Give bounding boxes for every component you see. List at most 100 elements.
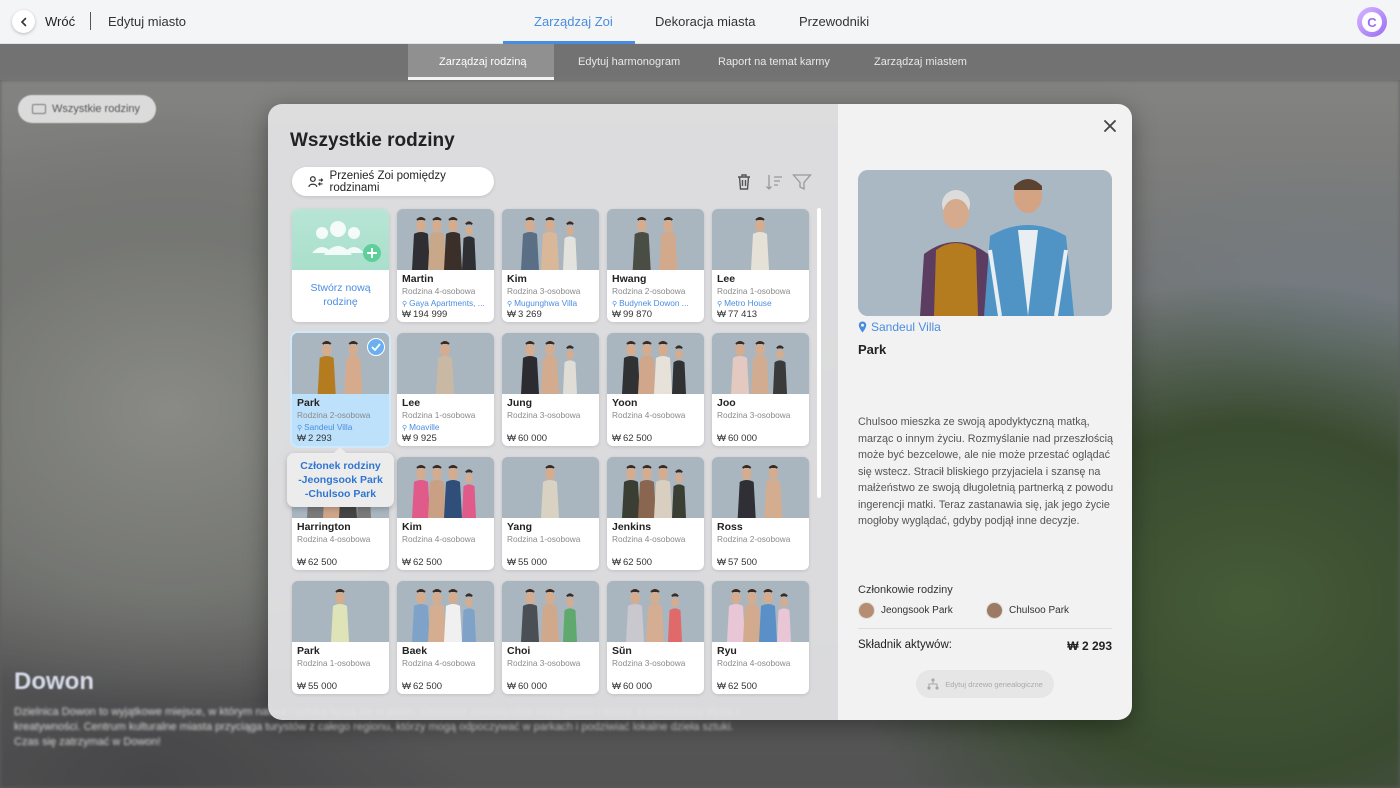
tab-guides[interactable]: Przewodniki xyxy=(799,14,869,29)
family-location-text: Sandeul Villa xyxy=(304,422,353,432)
family-card[interactable]: Park Rodzina 1-osobowa ₩55 000 xyxy=(292,581,389,694)
family-value-text: 55 000 xyxy=(517,557,548,568)
family-description: Chulsoo mieszka ze swoją apodyktyczną ma… xyxy=(858,416,1114,527)
family-location-text: Moaville xyxy=(409,422,440,432)
family-size: Rodzina 3-osobowa xyxy=(612,658,686,668)
family-photo xyxy=(397,581,494,642)
member-item[interactable]: Chulsoo Park xyxy=(986,602,1069,619)
currency-icon: ₩ xyxy=(612,309,621,320)
sub-tab-active-indicator xyxy=(408,77,554,80)
currency-icon: ₩ xyxy=(297,557,306,568)
family-card[interactable]: Park Rodzina 2-osobowa ⚲ Sandeul Villa ₩2 2… xyxy=(292,333,389,446)
subtab-edit-schedule[interactable]: Edytuj harmonogram xyxy=(578,56,680,68)
family-card[interactable]: Kim Rodzina 4-osobowa ₩62 500 xyxy=(397,457,494,570)
family-card[interactable]: Jung Rodzina 3-osobowa ₩60 000 xyxy=(502,333,599,446)
family-location-text: Gaya Apartments, ... xyxy=(409,298,485,308)
family-size: Rodzina 2-osobowa xyxy=(297,410,371,420)
user-avatar[interactable]: C xyxy=(1357,7,1387,37)
family-name: Yang xyxy=(507,521,533,533)
family-location-text: Budynek Dowon ... xyxy=(619,298,689,308)
family-name: Park xyxy=(858,342,887,357)
delete-button[interactable] xyxy=(734,172,754,192)
member-avatar xyxy=(986,602,1003,619)
family-location-text: Metro House xyxy=(724,298,772,308)
filter-icon xyxy=(792,174,812,191)
members-tooltip: Członek rodziny -Jeongsook Park -Chulsoo… xyxy=(287,447,394,507)
family-name: Jung xyxy=(507,397,533,409)
edit-city-title: Edytuj miasto xyxy=(108,14,187,29)
filter-button[interactable] xyxy=(792,172,812,192)
family-value-text: 77 413 xyxy=(727,309,758,320)
family-name: Kim xyxy=(402,521,422,533)
divider xyxy=(90,12,91,30)
transfer-zoi-label: Przenieś Zoi pomiędzy rodzinami xyxy=(329,169,446,194)
member-item[interactable]: Jeongsook Park xyxy=(858,602,953,619)
tab-city-decoration[interactable]: Dekoracja miasta xyxy=(655,14,755,29)
family-card[interactable]: Lee Rodzina 1-osobowa ⚲ Metro House ₩77 413 xyxy=(712,209,809,322)
transfer-zoi-button[interactable]: Przenieś Zoi pomiędzy rodzinami xyxy=(292,167,494,196)
family-card[interactable]: Sŭn Rodzina 3-osobowa ₩60 000 xyxy=(607,581,704,694)
sort-button[interactable] xyxy=(764,172,784,192)
background-city-name: Dowon xyxy=(14,668,94,695)
family-size: Rodzina 3-osobowa xyxy=(507,410,581,420)
currency-icon: ₩ xyxy=(297,681,306,692)
family-card[interactable]: Yang Rodzina 1-osobowa ₩55 000 xyxy=(502,457,599,570)
family-value-text: 60 000 xyxy=(517,681,548,692)
family-card[interactable]: Baek Rodzina 4-osobowa ₩62 500 xyxy=(397,581,494,694)
chevron-left-icon xyxy=(20,17,26,26)
currency-icon: ₩ xyxy=(717,557,726,568)
family-card[interactable]: Lee Rodzina 1-osobowa ⚲ Moaville ₩9 925 xyxy=(397,333,494,446)
family-photo xyxy=(397,457,494,518)
family-size: Rodzina 1-osobowa xyxy=(507,534,581,544)
family-size: Rodzina 2-osobowa xyxy=(717,534,791,544)
back-label[interactable]: Wróć xyxy=(45,14,75,29)
background-families-chip: Wszystkie rodziny xyxy=(18,95,156,123)
currency-icon: ₩ xyxy=(717,681,726,692)
family-card[interactable]: Yoon Rodzina 4-osobowa ₩62 500 xyxy=(607,333,704,446)
family-card[interactable]: Choi Rodzina 3-osobowa ₩60 000 xyxy=(502,581,599,694)
family-location[interactable]: Sandeul Villa xyxy=(858,320,941,334)
family-size: Rodzina 1-osobowa xyxy=(717,286,791,296)
create-family-label: Stwórz nową rodzinę xyxy=(310,282,371,308)
currency-icon: ₩ xyxy=(507,557,516,568)
family-card[interactable]: Martin Rodzina 4-osobowa ⚲ Gaya Apartments… xyxy=(397,209,494,322)
edit-family-tree-button[interactable]: Edytuj drzewo genealogiczne xyxy=(916,670,1054,698)
family-value: ₩194 999 xyxy=(402,309,447,320)
subtab-manage-city[interactable]: Zarządzaj miastem xyxy=(874,56,967,68)
family-photo xyxy=(712,209,809,270)
subtab-karma-report[interactable]: Raport na temat karmy xyxy=(718,56,830,68)
scrollbar-thumb[interactable] xyxy=(817,208,821,498)
member-name: Jeongsook Park xyxy=(881,605,953,616)
family-name: Baek xyxy=(402,645,428,657)
family-card[interactable]: Joo Rodzina 3-osobowa ₩60 000 xyxy=(712,333,809,446)
subtab-manage-family[interactable]: Zarządzaj rodziną xyxy=(439,56,526,68)
close-icon[interactable] xyxy=(1102,118,1118,134)
currency-icon: ₩ xyxy=(402,681,411,692)
member-avatar xyxy=(858,602,875,619)
back-button[interactable] xyxy=(12,10,35,33)
family-photo xyxy=(502,581,599,642)
create-family-card[interactable]: Stwórz nową rodzinę xyxy=(292,209,389,322)
currency-icon: ₩ xyxy=(402,433,411,444)
family-card[interactable]: Ryu Rodzina 4-osobowa ₩62 500 xyxy=(712,581,809,694)
family-card[interactable]: Kim Rodzina 3-osobowa ⚲ Mugunghwa Villa ₩3 … xyxy=(502,209,599,322)
family-name: Kim xyxy=(507,273,527,285)
family-name: Jenkins xyxy=(612,521,652,533)
family-value: ₩62 500 xyxy=(612,557,652,568)
family-value-text: 62 500 xyxy=(412,681,443,692)
family-photo xyxy=(712,581,809,642)
family-size: Rodzina 1-osobowa xyxy=(297,658,371,668)
family-value: ₩60 000 xyxy=(612,681,652,692)
background-chip-label: Wszystkie rodziny xyxy=(52,103,141,115)
tooltip-member: -Jeongsook Park xyxy=(298,474,383,486)
tab-manage-zoi[interactable]: Zarządzaj Zoi xyxy=(534,14,613,29)
family-name: Park xyxy=(297,645,320,657)
family-card[interactable]: Jenkins Rodzina 4-osobowa ₩62 500 xyxy=(607,457,704,570)
member-name: Chulsoo Park xyxy=(1009,605,1070,616)
home-icon xyxy=(32,104,46,114)
family-card[interactable]: Hwang Rodzina 2-osobowa ⚲ Budynek Dowon ..… xyxy=(607,209,704,322)
family-name: Joo xyxy=(717,397,736,409)
family-card[interactable]: Ross Rodzina 2-osobowa ₩57 500 xyxy=(712,457,809,570)
family-value: ₩55 000 xyxy=(297,681,337,692)
family-photo xyxy=(292,581,389,642)
